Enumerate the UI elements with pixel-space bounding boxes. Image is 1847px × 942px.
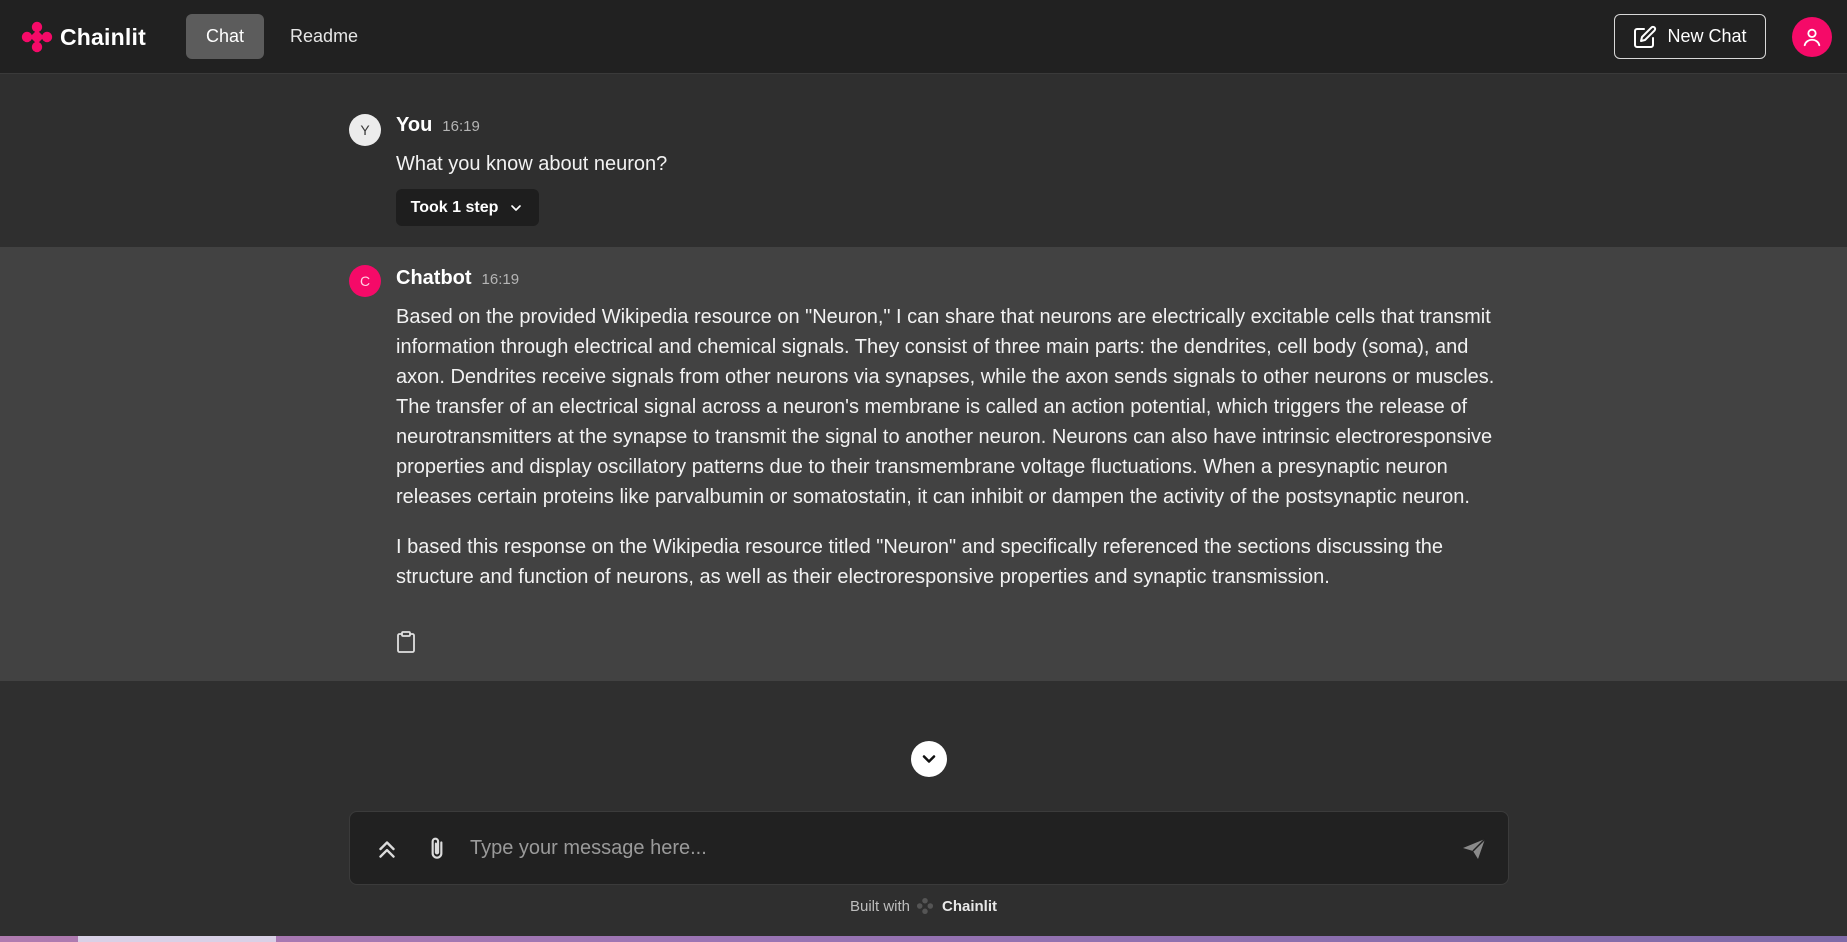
user-icon (1803, 28, 1821, 47)
message-composer (349, 811, 1509, 885)
paperclip-icon[interactable] (424, 836, 450, 862)
chevrons-up-icon[interactable] (374, 836, 400, 862)
chevron-down-icon (922, 755, 936, 763)
user-menu-avatar[interactable] (1792, 17, 1832, 57)
brand-logo[interactable]: Chainlit (20, 20, 146, 54)
tab-readme[interactable]: Readme (270, 14, 378, 59)
nav-tabs: Chat Readme (186, 14, 378, 59)
send-icon[interactable] (1461, 837, 1487, 861)
message-time: 16:19 (442, 118, 480, 135)
chevron-down-icon (511, 204, 522, 211)
message-text: What you know about neuron? (396, 153, 668, 175)
footer-brand[interactable]: Chainlit (942, 898, 997, 915)
taskbar-item[interactable] (78, 936, 276, 942)
message-paragraph: Based on the provided Wikipedia resource… (396, 306, 1495, 508)
message-header: You 16:19 (396, 114, 480, 137)
avatar: Y (349, 114, 381, 146)
message-author: You (396, 114, 433, 136)
bot-message: C Chatbot 16:19 Based on the provided Wi… (0, 247, 1847, 681)
message-author: Chatbot (396, 267, 472, 289)
top-header: Chainlit Chat Readme New Chat (0, 0, 1847, 74)
chainlit-logo-icon (916, 897, 934, 915)
scroll-to-bottom-button[interactable] (911, 741, 947, 777)
avatar: C (349, 265, 381, 297)
os-taskbar-strip (0, 936, 1847, 942)
message-header: Chatbot 16:19 (396, 267, 519, 290)
message-input[interactable] (470, 826, 1430, 870)
clipboard-icon[interactable] (396, 631, 416, 653)
new-chat-button[interactable]: New Chat (1614, 14, 1766, 59)
built-with-text: Built with (849, 897, 911, 915)
message-time: 16:19 (481, 271, 520, 288)
steps-label: Took 1 step (410, 198, 499, 216)
chainlit-app: Chainlit Chat Readme New Chat Y You 16:1… (0, 0, 1847, 942)
message-paragraph: I based this response on the Wikipedia r… (396, 536, 1443, 588)
built-with-footer: Built with Chainlit (0, 895, 1847, 917)
tab-chat[interactable]: Chat (186, 14, 265, 59)
new-chat-label: New Chat (1667, 26, 1747, 46)
message-body: Based on the provided Wikipedia resource… (396, 302, 1496, 592)
user-message: Y You 16:19 What you know about neuron? … (0, 74, 1847, 247)
brand-name: Chainlit (60, 23, 146, 50)
chainlit-logo-icon (21, 21, 53, 53)
edit-icon (1634, 25, 1657, 48)
steps-toggle-button[interactable]: Took 1 step (396, 189, 539, 226)
